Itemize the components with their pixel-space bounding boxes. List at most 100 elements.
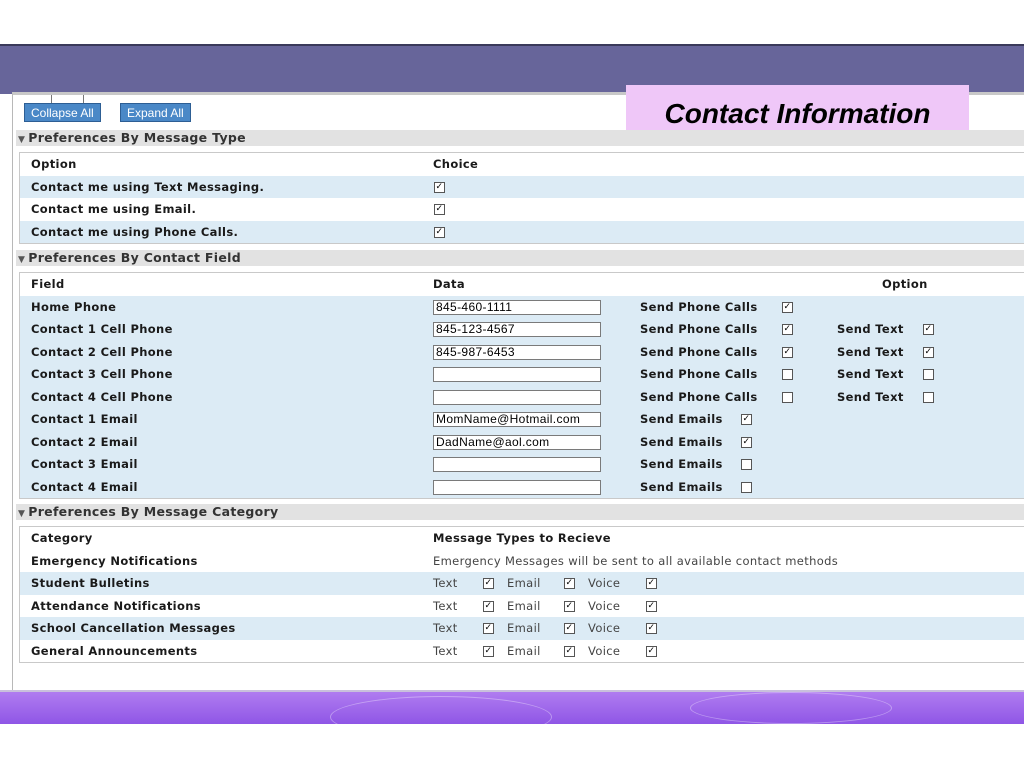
checkmark-icon: ✓ [565, 645, 574, 656]
checkbox[interactable] [741, 481, 752, 493]
type-label-email: Email [507, 576, 541, 590]
type-label-text: Text [433, 643, 458, 658]
checkbox[interactable] [782, 391, 793, 403]
table-row: Contact 4 Email Send Emails [20, 475, 1024, 498]
data-input[interactable]: 845-123-4567 [433, 322, 601, 337]
table-row: Contact me using Text Messaging. ✓ [20, 175, 1024, 198]
checkbox-checked[interactable]: ✓ [782, 301, 793, 313]
field-label: Contact 4 Email [31, 479, 138, 494]
category-label: Emergency Notifications [31, 553, 198, 568]
field-label: Home Phone [31, 299, 117, 314]
data-input[interactable] [433, 457, 601, 472]
type-label-text: Text [433, 598, 458, 613]
checkbox-checked[interactable]: ✓ [434, 181, 445, 193]
column-header-message-types: Message Types to Recieve [433, 531, 611, 545]
checkbox-checked[interactable]: ✓ [483, 623, 494, 634]
section-header-contact-field[interactable]: ▼ Preferences By Contact Field [16, 250, 1024, 266]
section-title: Preferences By Contact Field [28, 250, 241, 265]
section-title: Preferences By Message Category [28, 504, 279, 519]
column-header-option: Option [31, 157, 77, 171]
data-input[interactable] [433, 479, 601, 495]
checkbox[interactable] [782, 369, 793, 380]
type-label-voice: Voice [588, 576, 621, 590]
checkbox-checked[interactable]: ✓ [564, 578, 575, 589]
checkbox[interactable] [741, 459, 752, 470]
field-label: Contact 3 Cell Phone [31, 367, 173, 381]
contact-field-panel: Field Data Option Home Phone 845-460-1111… [19, 272, 1024, 499]
checkbox-checked[interactable]: ✓ [434, 204, 445, 215]
checkbox-checked[interactable]: ✓ [564, 645, 575, 657]
option-label: Send Emails [640, 479, 723, 494]
option-label: Send Phone Calls [640, 322, 758, 336]
data-input[interactable]: DadName@aol.com [433, 434, 601, 450]
checkbox-checked[interactable]: ✓ [483, 600, 494, 612]
option-label: Send Emails [640, 412, 723, 426]
checkmark-icon: ✓ [924, 324, 933, 334]
triangle-down-icon: ▼ [18, 135, 26, 145]
checkmark-icon: ✓ [484, 645, 493, 656]
checkbox-checked[interactable]: ✓ [923, 346, 934, 358]
checkbox-checked[interactable]: ✓ [646, 623, 657, 634]
checkbox-checked[interactable]: ✓ [923, 324, 934, 335]
option-label: Send Emails [640, 434, 723, 449]
category-label: Student Bulletins [31, 576, 150, 590]
option-label: Send Text [837, 322, 904, 336]
table-row: Home Phone 845-460-1111 Send Phone Calls ✓ [20, 295, 1024, 318]
data-input[interactable]: 845-987-6453 [433, 344, 601, 360]
checkbox[interactable] [923, 391, 934, 403]
expand-all-button[interactable]: Expand All [120, 103, 191, 122]
checkmark-icon: ✓ [647, 600, 656, 611]
checkmark-icon: ✓ [435, 181, 444, 192]
checkbox-checked[interactable]: ✓ [646, 578, 657, 589]
table-row: Attendance Notifications Text ✓ Email ✓ Voice… [20, 594, 1024, 617]
checkbox-checked[interactable]: ✓ [741, 414, 752, 425]
option-label: Send Phone Calls [640, 367, 758, 381]
type-label-text: Text [433, 621, 458, 635]
checkbox-checked[interactable]: ✓ [646, 600, 657, 612]
category-label: Attendance Notifications [31, 598, 201, 613]
table-row: Contact me using Phone Calls. ✓ [20, 220, 1024, 243]
table-row: Contact 4 Cell Phone Send Phone Calls Send… [20, 385, 1024, 408]
checkbox-checked[interactable]: ✓ [483, 578, 494, 589]
checkbox-checked[interactable]: ✓ [564, 600, 575, 612]
option-label: Contact me using Text Messaging. [31, 179, 265, 194]
checkbox-checked[interactable]: ✓ [483, 645, 494, 657]
checkbox-checked[interactable]: ✓ [646, 645, 657, 657]
table-row: Contact 1 Email MomName@Hotmail.com Send E… [20, 408, 1024, 431]
option-label: Send Emails [640, 457, 723, 471]
column-header-data: Data [433, 277, 465, 291]
type-label-voice: Voice [588, 598, 621, 613]
data-input[interactable]: 845-460-1111 [433, 299, 601, 315]
option-label: Send Text [837, 367, 904, 381]
checkmark-icon: ✓ [783, 346, 792, 357]
section-header-message-category[interactable]: ▼ Preferences By Message Category [16, 504, 1024, 520]
message-category-panel: Category Message Types to Recieve Emerge… [19, 526, 1024, 663]
table-row: Contact 2 Cell Phone 845-987-6453 Send Pho… [20, 340, 1024, 363]
table-header-row: Category Message Types to Recieve [20, 527, 1024, 550]
collapse-all-button[interactable]: Collapse All [24, 103, 101, 122]
type-label-voice: Voice [588, 621, 621, 635]
checkmark-icon: ✓ [565, 600, 574, 611]
slide-bottom-band [0, 690, 1024, 738]
column-header-category: Category [31, 531, 93, 545]
option-label: Send Text [837, 389, 904, 404]
table-row: Contact me using Email. ✓ [20, 198, 1024, 221]
checkbox-checked[interactable]: ✓ [782, 346, 793, 358]
checkbox-checked[interactable]: ✓ [434, 226, 445, 238]
type-label-text: Text [433, 576, 458, 590]
checkmark-icon: ✓ [435, 204, 444, 214]
triangle-down-icon: ▼ [18, 509, 26, 519]
table-row: General Announcements Text ✓ Email ✓ Voice ✓ [20, 639, 1024, 662]
checkbox[interactable] [923, 369, 934, 380]
checkbox-checked[interactable]: ✓ [782, 324, 793, 335]
data-input[interactable]: MomName@Hotmail.com [433, 412, 601, 427]
field-label: Contact 3 Email [31, 457, 138, 471]
option-label: Contact me using Email. [31, 202, 197, 216]
checkbox-checked[interactable]: ✓ [564, 623, 575, 634]
data-input[interactable] [433, 389, 601, 405]
section-header-message-type[interactable]: ▼ Preferences By Message Type [16, 130, 1024, 146]
field-label: Contact 2 Email [31, 434, 138, 449]
checkbox-checked[interactable]: ✓ [741, 436, 752, 448]
data-input[interactable] [433, 367, 601, 382]
checkmark-icon: ✓ [647, 578, 656, 588]
